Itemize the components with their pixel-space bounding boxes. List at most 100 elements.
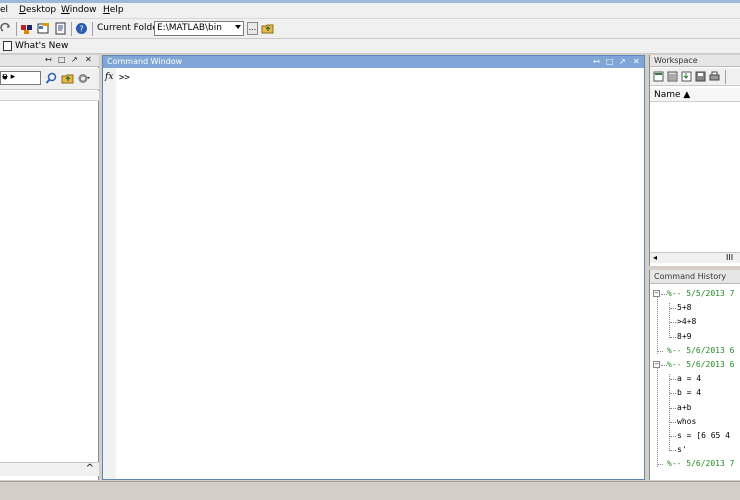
history-command[interactable]: b = 4	[650, 386, 740, 400]
workspace-column-header[interactable]: Name ▲	[650, 88, 740, 102]
current-folder-scrollbar[interactable]: ^	[0, 462, 99, 476]
close-icon[interactable]: ✕	[85, 55, 92, 64]
current-folder-title-bar: ↤ □ ↗ ✕	[0, 55, 99, 67]
current-folder-value: E:\MATLAB\bin	[157, 23, 222, 33]
history-command[interactable]: >4+8	[650, 315, 740, 329]
browse-folder-button[interactable]: ...	[247, 22, 258, 35]
tree-connector	[670, 393, 676, 395]
name-column-header[interactable]: Name ▲	[654, 90, 690, 100]
simulink-icon[interactable]	[20, 22, 33, 35]
undock-icon[interactable]: ↤	[593, 57, 600, 66]
history-entry-text: a+b	[677, 402, 692, 412]
menu-window-rest: indow	[69, 5, 97, 15]
open-variable-icon[interactable]	[667, 71, 678, 82]
menu-help-mnemonic: H	[103, 5, 110, 15]
import-data-icon[interactable]	[681, 71, 692, 82]
profiler-icon[interactable]	[54, 22, 67, 35]
tree-connector	[670, 308, 676, 310]
menu-desktop-rest: esktop	[25, 5, 57, 15]
command-window-title: Command Window	[107, 57, 183, 66]
popout-icon[interactable]: ↗	[71, 55, 78, 64]
toolbar-separator	[92, 22, 93, 36]
history-command[interactable]: s = [6 65 4	[650, 429, 740, 443]
history-command[interactable]: a+b	[650, 401, 740, 415]
command-history-title: Command History	[654, 272, 727, 281]
history-command[interactable]: whos	[650, 415, 740, 429]
history-entry-text: %-- 5/6/2013 6	[667, 360, 735, 369]
history-session-header[interactable]: %-- 5/6/2013 7	[650, 457, 740, 471]
file-list-header	[0, 91, 99, 101]
workspace-title-bar: Workspace	[650, 55, 740, 67]
popout-icon[interactable]: ↗	[619, 57, 626, 66]
gear-icon[interactable]	[77, 72, 90, 85]
history-command[interactable]: 8+9	[650, 330, 740, 344]
menu-desktop[interactable]: Desktop	[19, 5, 56, 15]
menu-bar: el Desktop Window Help	[0, 3, 740, 19]
main-toolbar: ? Current Folder: E:\MATLAB\bin ...	[0, 19, 740, 39]
current-folder-panel: ↤ □ ↗ ✕ n ▸ ^	[0, 55, 99, 480]
menu-help-rest: elp	[109, 5, 124, 15]
chevron-down-icon	[2, 76, 8, 80]
collapse-toggle-icon[interactable]: −	[653, 361, 660, 368]
current-folder-combo[interactable]: E:\MATLAB\bin	[154, 21, 244, 36]
menu-window[interactable]: Window	[61, 5, 97, 15]
command-window-panel: Command Window ↤ □ ↗ ✕ fx >>	[102, 55, 645, 480]
function-browser-icon[interactable]: fx	[105, 72, 113, 82]
folder-path-combo[interactable]: n ▸	[0, 71, 41, 85]
save-workspace-icon[interactable]	[695, 71, 706, 82]
menu-help[interactable]: Help	[103, 5, 124, 15]
toolbar-separator	[725, 70, 726, 84]
tree-connector	[670, 322, 676, 324]
menu-desktop-mnemonic: D	[19, 5, 26, 15]
tree-connector	[669, 374, 670, 452]
folder-up-icon[interactable]	[261, 22, 274, 35]
close-icon[interactable]: ✕	[633, 57, 640, 66]
command-history-panel: Command History − %-- 5/5/2013 7 5+8 >4+8 8+…	[649, 270, 740, 480]
command-prompt[interactable]: >>	[119, 73, 130, 83]
history-command[interactable]: s'	[650, 443, 740, 457]
scroll-thumb-grip[interactable]: III	[726, 253, 733, 262]
history-session-header[interactable]: − %-- 5/5/2013 7	[650, 287, 740, 301]
whats-new-shortcut[interactable]: What's New	[15, 41, 68, 51]
folder-up-icon[interactable]	[61, 72, 74, 85]
history-entry-text: %-- 5/6/2013 7	[667, 459, 735, 469]
workspace-title: Workspace	[654, 56, 698, 65]
redo-icon[interactable]	[0, 22, 13, 35]
maximize-icon[interactable]: □	[58, 55, 66, 64]
collapse-toggle-icon[interactable]: −	[653, 290, 660, 297]
tree-connector	[670, 450, 676, 452]
history-command[interactable]: a = 4	[650, 372, 740, 386]
tree-connector	[670, 379, 676, 381]
tree-connector	[657, 368, 658, 468]
workspace-toolbar	[650, 68, 740, 86]
history-entry-text: %-- 5/6/2013 6	[667, 345, 735, 355]
history-session-header[interactable]: − %-- 5/6/2013 6	[650, 358, 740, 372]
guide-icon[interactable]	[37, 22, 50, 35]
history-session-header[interactable]: %-- 5/6/2013 6	[650, 344, 740, 358]
history-entry-text: 5+8	[677, 303, 692, 313]
undock-icon[interactable]: ↤	[45, 55, 52, 64]
command-window-title-bar: Command Window ↤ □ ↗ ✕	[103, 56, 644, 68]
history-entry-text: b = 4	[677, 388, 702, 398]
history-entry-text: >4+8	[677, 317, 697, 327]
maximize-icon[interactable]: □	[606, 57, 614, 66]
print-icon[interactable]	[709, 71, 720, 82]
current-folder-toolbar: n ▸	[0, 68, 99, 90]
shortcut-icon	[3, 41, 12, 51]
menu-model[interactable]: el	[0, 5, 8, 15]
tree-connector	[670, 436, 676, 437]
tree-connector	[657, 297, 658, 354]
search-icon[interactable]	[45, 72, 58, 85]
scroll-left-arrow[interactable]: ◂	[653, 253, 657, 262]
scroll-up-arrow[interactable]: ^	[86, 463, 94, 474]
history-entry-text: whos	[677, 416, 697, 426]
shortcuts-bar: What's New	[0, 39, 740, 54]
command-window-gutter	[103, 68, 116, 479]
history-entry-text: s = [6 65 4	[677, 431, 730, 440]
history-command[interactable]: 5+8	[650, 301, 740, 315]
history-entry-text: a = 4	[677, 374, 702, 384]
svg-text:?: ?	[79, 25, 83, 34]
help-icon[interactable]: ?	[75, 22, 88, 35]
new-variable-icon[interactable]	[653, 71, 664, 82]
workspace-hscrollbar[interactable]: ◂ III	[650, 252, 740, 263]
